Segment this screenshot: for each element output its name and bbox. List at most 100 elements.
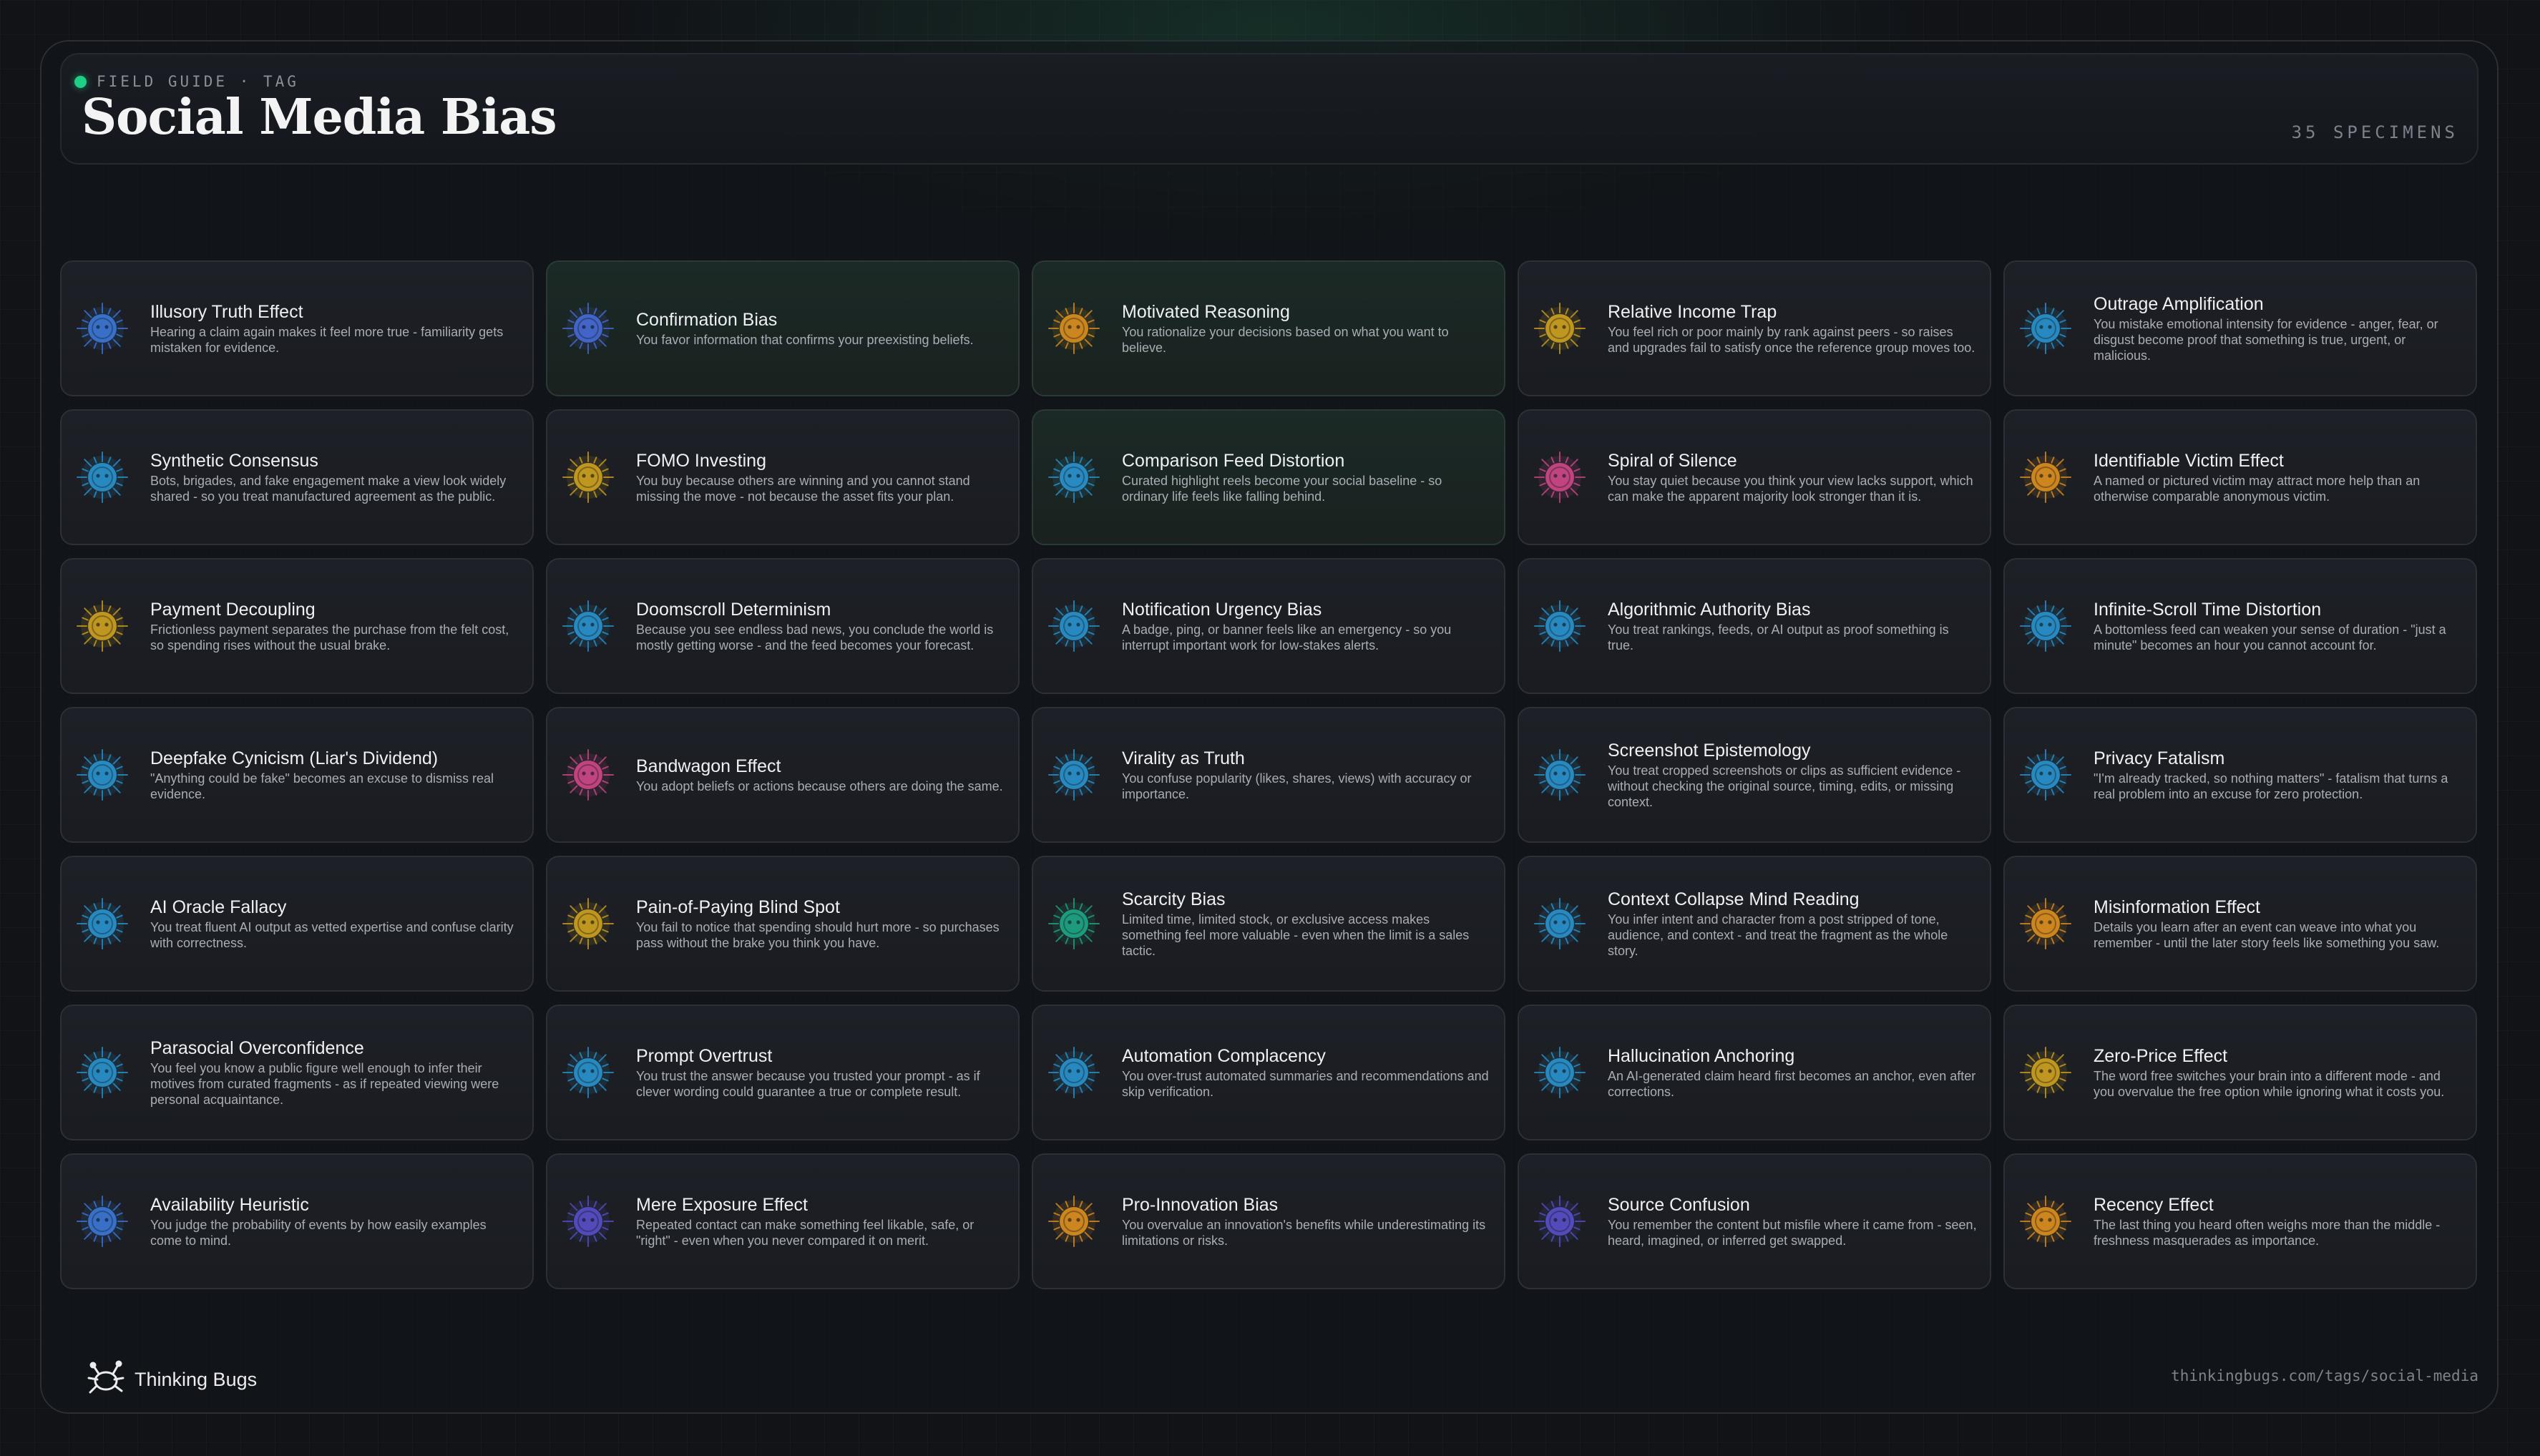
bias-card[interactable]: Deepfake Cynicism (Liar's Dividend) "Anyt… [60,707,534,843]
bias-card[interactable]: Virality as Truth You confuse popularity … [1032,707,1505,843]
bias-card[interactable]: Privacy Fatalism "I'm already tracked, so… [2003,707,2477,843]
bug-icon-wrap [1047,1195,1100,1248]
bias-card[interactable]: Misinformation Effect Details you learn a… [2003,856,2477,992]
bias-card[interactable]: Relative Income Trap You feel rich or poo… [1518,260,1991,396]
bias-card[interactable]: Synthetic Consensus Bots, brigades, and f… [60,409,534,545]
bias-card[interactable]: Scarcity Bias Limited time, limited stock… [1032,856,1505,992]
card-info: Confirmation Bias You favor information t… [636,309,1018,348]
bias-card[interactable]: Source Confusion You remember the content… [1518,1153,1991,1289]
bug-icon [1048,600,1100,652]
bias-card[interactable]: Illusory Truth Effect Hearing a claim aga… [60,260,534,396]
bias-card[interactable]: Availability Heuristic You judge the prob… [60,1153,534,1289]
card-info: Hallucination Anchoring An AI-generated c… [1608,1045,1990,1100]
bug-icon [77,1196,128,1247]
bias-card[interactable]: Mere Exposure Effect Repeated contact can… [546,1153,1020,1289]
card-info: Algorithmic Authority Bias You treat rank… [1608,599,1990,653]
card-title: Bandwagon Effect [636,756,781,776]
card-info: Spiral of Silence You stay quiet because … [1608,450,1990,504]
bug-icon-wrap [2019,748,2072,801]
card-info: Notification Urgency Bias A badge, ping, … [1122,599,1504,653]
card-description: Limited time, limited stock, or exclusiv… [1122,912,1470,958]
bias-card[interactable]: Comparison Feed Distortion Curated highli… [1032,409,1505,545]
card-title: Screenshot Epistemology [1608,741,1811,761]
card-title: Outrage Amplification [2094,294,2264,314]
bug-icon-wrap [562,1046,615,1099]
bias-card[interactable]: Notification Urgency Bias A badge, ping, … [1032,558,1505,694]
bias-card[interactable]: Pro-Innovation Bias You overvalue an inno… [1032,1153,1505,1289]
bias-card[interactable]: Payment Decoupling Frictionless payment s… [60,558,534,694]
card-description: You rationalize your decisions based on … [1122,325,1449,355]
card-title: Illusory Truth Effect [150,302,303,322]
card-info: Zero-Price Effect The word free switches … [2094,1045,2476,1100]
bias-card[interactable]: Bandwagon Effect You adopt beliefs or act… [546,707,1020,843]
footer-logo[interactable]: Thinking Bugs [84,1358,257,1401]
bug-icon [77,600,128,652]
specimen-count: 35 SPECIMENS [2291,122,2458,142]
card-title: Source Confusion [1608,1195,1750,1215]
bias-card[interactable]: Recency Effect The last thing you heard o… [2003,1153,2477,1289]
bug-icon [2020,1196,2071,1247]
card-description: You infer intent and character from a po… [1608,912,1948,958]
bug-icon-wrap [1533,748,1586,801]
card-description: Frictionless payment separates the purch… [150,622,509,653]
bias-card[interactable]: AI Oracle Fallacy You treat fluent AI out… [60,856,534,992]
bug-icon [1534,1196,1586,1247]
bug-icon-wrap [562,600,615,653]
bias-card[interactable]: Infinite-Scroll Time Distortion A bottoml… [2003,558,2477,694]
card-title: Zero-Price Effect [2094,1046,2228,1066]
bug-icon [1048,749,1100,801]
card-title: Deepfake Cynicism (Liar's Dividend) [150,748,439,768]
page-title: Social Media Bias [82,89,557,146]
card-description: Bots, brigades, and fake engagement make… [150,474,507,504]
bug-icon [2020,451,2071,503]
card-info: Prompt Overtrust You trust the answer bec… [636,1045,1018,1100]
bias-card[interactable]: FOMO Investing You buy because others are… [546,409,1020,545]
card-title: Parasocial Overconfidence [150,1038,364,1058]
bug-icon [2020,1047,2071,1098]
card-title: Doomscroll Determinism [636,600,831,620]
card-title: Prompt Overtrust [636,1046,773,1066]
bug-icon [1048,303,1100,354]
bias-card[interactable]: Spiral of Silence You stay quiet because … [1518,409,1991,545]
bug-icon [1534,749,1586,801]
card-title: FOMO Investing [636,451,766,471]
card-title: Identifiable Victim Effect [2094,451,2284,471]
status-dot [74,75,87,88]
card-description: You trust the answer because you trusted… [636,1069,980,1099]
bias-card[interactable]: Motivated Reasoning You rationalize your … [1032,260,1505,396]
bug-icon [1048,898,1100,949]
bug-icon-wrap [1533,897,1586,950]
card-title: Algorithmic Authority Bias [1608,600,1811,620]
bias-card[interactable]: Algorithmic Authority Bias You treat rank… [1518,558,1991,694]
bias-card[interactable]: Automation Complacency You over-trust aut… [1032,1005,1505,1140]
card-info: Infinite-Scroll Time Distortion A bottoml… [2094,599,2476,653]
footer-url-link[interactable]: thinkingbugs.com/tags/social-media [2171,1367,2478,1384]
bug-icon [77,303,128,354]
card-info: Payment Decoupling Frictionless payment s… [150,599,532,653]
card-info: Outrage Amplification You mistake emotion… [2094,293,2476,363]
bug-icon [1534,451,1586,503]
card-info: AI Oracle Fallacy You treat fluent AI out… [150,896,532,951]
bias-card[interactable]: Screenshot Epistemology You treat cropped… [1518,707,1991,843]
bias-card[interactable]: Doomscroll Determinism Because you see en… [546,558,1020,694]
card-info: Mere Exposure Effect Repeated contact can… [636,1194,1018,1249]
bias-card[interactable]: Pain-of-Paying Blind Spot You fail to not… [546,856,1020,992]
eyebrow: FIELD GUIDE · TAG [74,73,299,90]
bias-card[interactable]: Zero-Price Effect The word free switches … [2003,1005,2477,1140]
bug-icon-wrap [562,451,615,504]
bug-icon-wrap [1047,600,1100,653]
bias-card[interactable]: Parasocial Overconfidence You feel you kn… [60,1005,534,1140]
bias-card[interactable]: Outrage Amplification You mistake emotion… [2003,260,2477,396]
card-description: You adopt beliefs or actions because oth… [636,779,1003,793]
bias-card[interactable]: Confirmation Bias You favor information t… [546,260,1020,396]
card-description: An AI-generated claim heard first become… [1608,1069,1976,1099]
bug-icon-wrap [76,451,129,504]
bias-card[interactable]: Prompt Overtrust You trust the answer bec… [546,1005,1020,1140]
bias-card[interactable]: Hallucination Anchoring An AI-generated c… [1518,1005,1991,1140]
card-info: Privacy Fatalism "I'm already tracked, so… [2094,748,2476,802]
bias-card[interactable]: Context Collapse Mind Reading You infer i… [1518,856,1991,992]
card-info: Comparison Feed Distortion Curated highli… [1122,450,1504,504]
bug-icon [1534,600,1586,652]
bias-card[interactable]: Identifiable Victim Effect A named or pic… [2003,409,2477,545]
card-description: You feel you know a public figure well e… [150,1061,499,1107]
